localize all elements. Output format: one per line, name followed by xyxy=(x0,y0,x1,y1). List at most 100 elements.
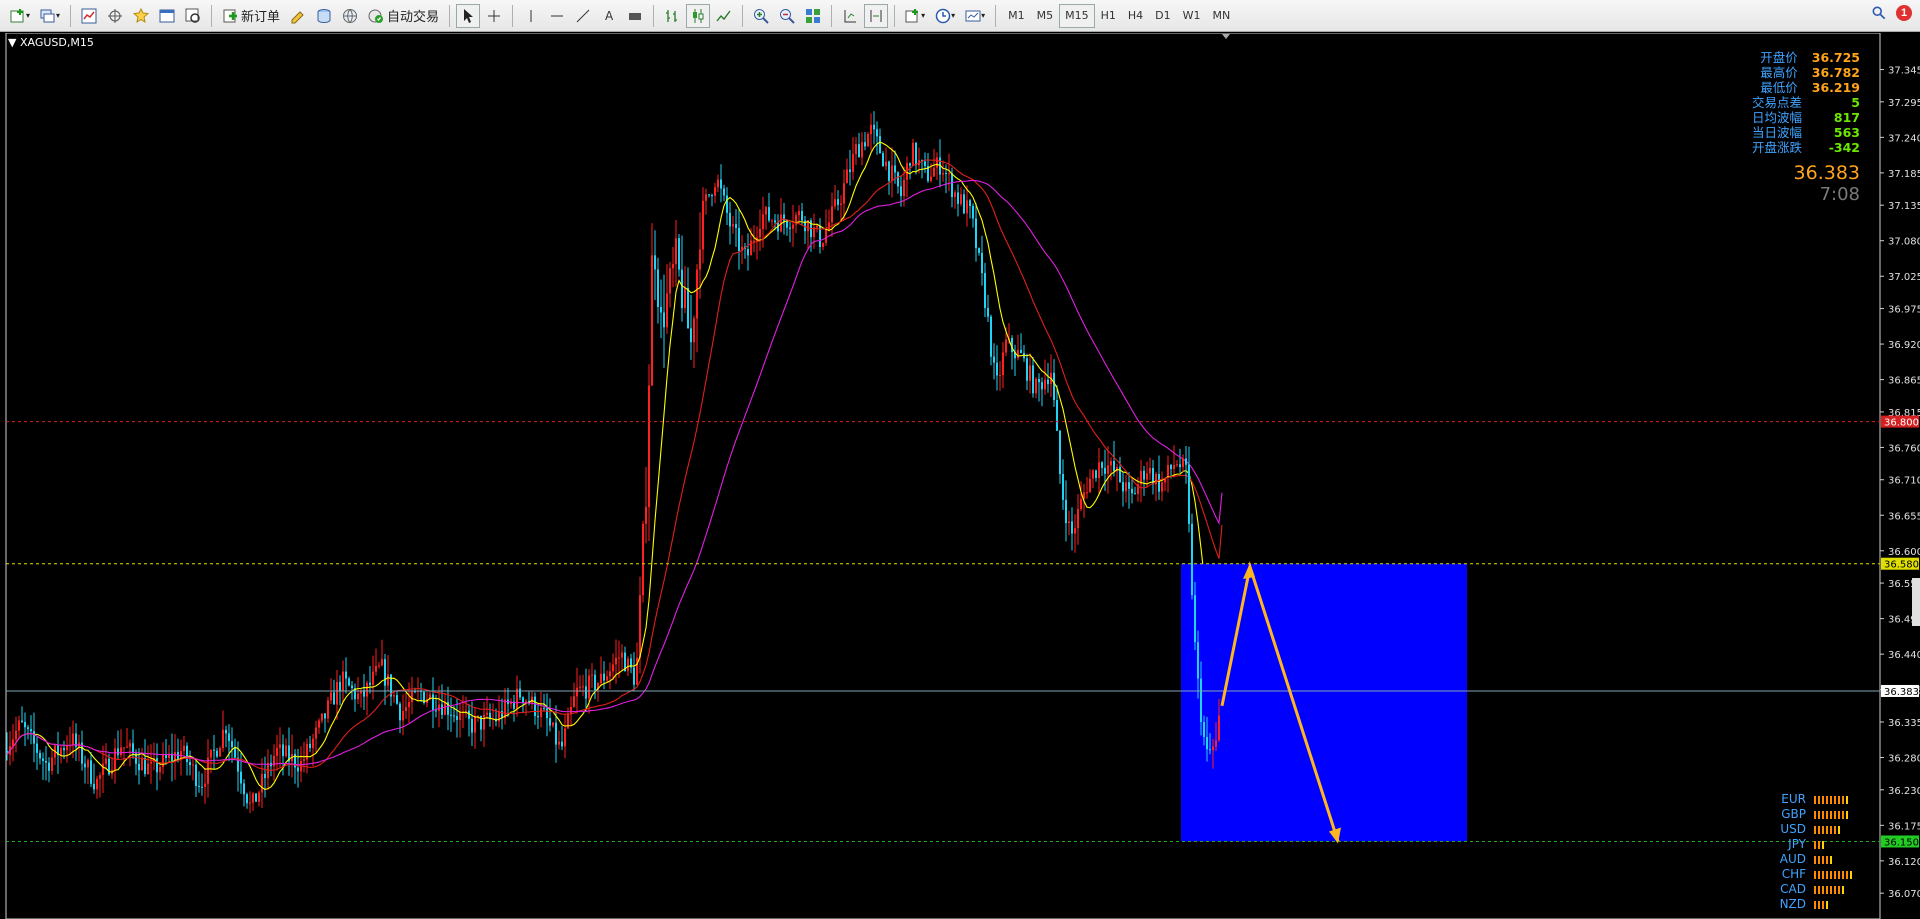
price-axis-label: 37.345 xyxy=(1888,66,1920,77)
price-axis-label: 37.295 xyxy=(1888,98,1920,109)
candle-body xyxy=(981,252,983,274)
candle-body xyxy=(183,745,185,752)
toolbar-separator xyxy=(742,4,744,27)
candle-body xyxy=(1110,460,1112,466)
candle-body xyxy=(633,667,635,685)
market-button[interactable] xyxy=(338,4,362,28)
zoom-out-button[interactable] xyxy=(775,4,799,28)
candle-body xyxy=(978,248,980,253)
toolbar-right: 1 xyxy=(1872,5,1912,21)
candle-body xyxy=(1107,465,1109,474)
candle-body xyxy=(738,227,740,251)
profiles-button[interactable]: ▾ xyxy=(36,4,64,28)
candle-body xyxy=(1035,378,1037,394)
candle-body xyxy=(600,673,602,684)
timeframe-m15[interactable]: M15 xyxy=(1059,3,1095,28)
auto-trading-button[interactable]: 自动交易 xyxy=(364,4,443,28)
market-watch-icon xyxy=(81,8,97,23)
currency-strength-meter: EUR GBP USD JPY AUD CHF CAD NZD xyxy=(1770,792,1852,912)
timeframe-h4[interactable]: H4 xyxy=(1122,4,1149,28)
clock-icon xyxy=(935,8,951,23)
candle-body xyxy=(303,759,305,761)
candle-body xyxy=(642,523,644,596)
candle-body xyxy=(576,687,578,697)
signals-button[interactable] xyxy=(312,4,336,28)
info-row: 交易点差 5 xyxy=(1752,95,1860,110)
price-chart[interactable]: 37.345 37.295 37.240 37.185 37.135 37.080 37.0… xyxy=(0,32,1920,919)
new-order-button[interactable]: 新订单 xyxy=(218,4,284,28)
candle-body xyxy=(573,696,575,707)
symbol-menu-arrow-icon[interactable]: ▼ xyxy=(8,36,16,49)
timeframe-m1[interactable]: M1 xyxy=(1002,4,1031,28)
candle-body xyxy=(483,714,485,730)
metaeditor-button[interactable] xyxy=(286,4,310,28)
star-folder-icon xyxy=(133,7,150,23)
price-axis-label: 37.080 xyxy=(1888,237,1920,248)
search-icon[interactable] xyxy=(1872,6,1886,20)
navigator-button[interactable] xyxy=(129,4,153,28)
candle-body xyxy=(621,652,623,658)
tester-button[interactable] xyxy=(181,4,205,28)
notification-badge[interactable]: 1 xyxy=(1896,5,1912,21)
candle-body xyxy=(972,206,974,219)
moving-average-fast xyxy=(6,141,1223,791)
market-watch-button[interactable] xyxy=(77,4,101,28)
candle-body xyxy=(1002,352,1004,376)
chart-canvas[interactable]: 37.345 37.295 37.240 37.185 37.135 37.080 37.0… xyxy=(0,32,1920,919)
timeframe-m5[interactable]: M5 xyxy=(1031,4,1060,28)
candle-body xyxy=(999,375,1001,377)
candle-body xyxy=(96,778,98,790)
label-tool-button[interactable] xyxy=(623,4,647,28)
vertical-line-button[interactable] xyxy=(519,4,543,28)
horizontal-line-button[interactable] xyxy=(545,4,569,28)
price-axis-label: 37.240 xyxy=(1888,133,1920,144)
candle-body xyxy=(396,695,398,704)
candle-body xyxy=(996,362,998,376)
timeframe-mn[interactable]: MN xyxy=(1207,4,1237,28)
terminal-button[interactable] xyxy=(155,4,179,28)
candle-body xyxy=(960,194,962,204)
candle-body xyxy=(285,745,287,757)
strength-bars xyxy=(1814,855,1832,864)
candle-body xyxy=(312,738,314,749)
candle-body xyxy=(708,194,710,196)
indicators-button[interactable]: ▾ xyxy=(901,4,929,28)
info-value: 36.725 xyxy=(1811,50,1860,65)
zoom-out-icon xyxy=(780,8,795,24)
timeframe-h1[interactable]: H1 xyxy=(1095,4,1122,28)
database-icon xyxy=(317,8,331,23)
bar-chart-button[interactable] xyxy=(660,4,684,28)
data-window-button[interactable] xyxy=(103,4,127,28)
timeframe-d1[interactable]: D1 xyxy=(1149,4,1176,28)
cursor-tool-button[interactable] xyxy=(456,3,481,28)
candle-body xyxy=(894,165,896,173)
candle-body xyxy=(891,165,893,181)
tile-windows-button[interactable] xyxy=(801,4,825,28)
scale-handle[interactable] xyxy=(1912,578,1920,626)
price-axis-label: 36.920 xyxy=(1888,340,1920,351)
text-tool-button[interactable]: A xyxy=(597,4,621,28)
candle-body xyxy=(936,157,938,168)
candle-body xyxy=(1191,523,1193,596)
line-chart-button[interactable] xyxy=(712,4,736,28)
candle-body xyxy=(39,752,41,759)
trendline-button[interactable] xyxy=(571,4,595,28)
candle-body xyxy=(18,720,20,731)
candle-body xyxy=(618,657,620,659)
candle-body xyxy=(375,665,377,672)
crosshair-tool-button[interactable] xyxy=(482,4,506,28)
candle-body xyxy=(231,741,233,748)
periods-button[interactable]: ▾ xyxy=(931,4,959,28)
candle-body xyxy=(411,691,413,702)
candle-chart-button[interactable] xyxy=(686,3,711,28)
candle-body xyxy=(330,692,332,701)
candle-body xyxy=(1200,678,1202,723)
chart-shift-button[interactable] xyxy=(864,3,889,28)
candle-body xyxy=(327,700,329,719)
templates-button[interactable]: ▾ xyxy=(961,4,989,28)
timeframe-w1[interactable]: W1 xyxy=(1177,4,1207,28)
autoscroll-button[interactable] xyxy=(838,4,862,28)
zoom-in-button[interactable] xyxy=(749,4,773,28)
new-chart-button[interactable]: ▾ xyxy=(6,4,34,28)
candle-body xyxy=(48,762,50,771)
